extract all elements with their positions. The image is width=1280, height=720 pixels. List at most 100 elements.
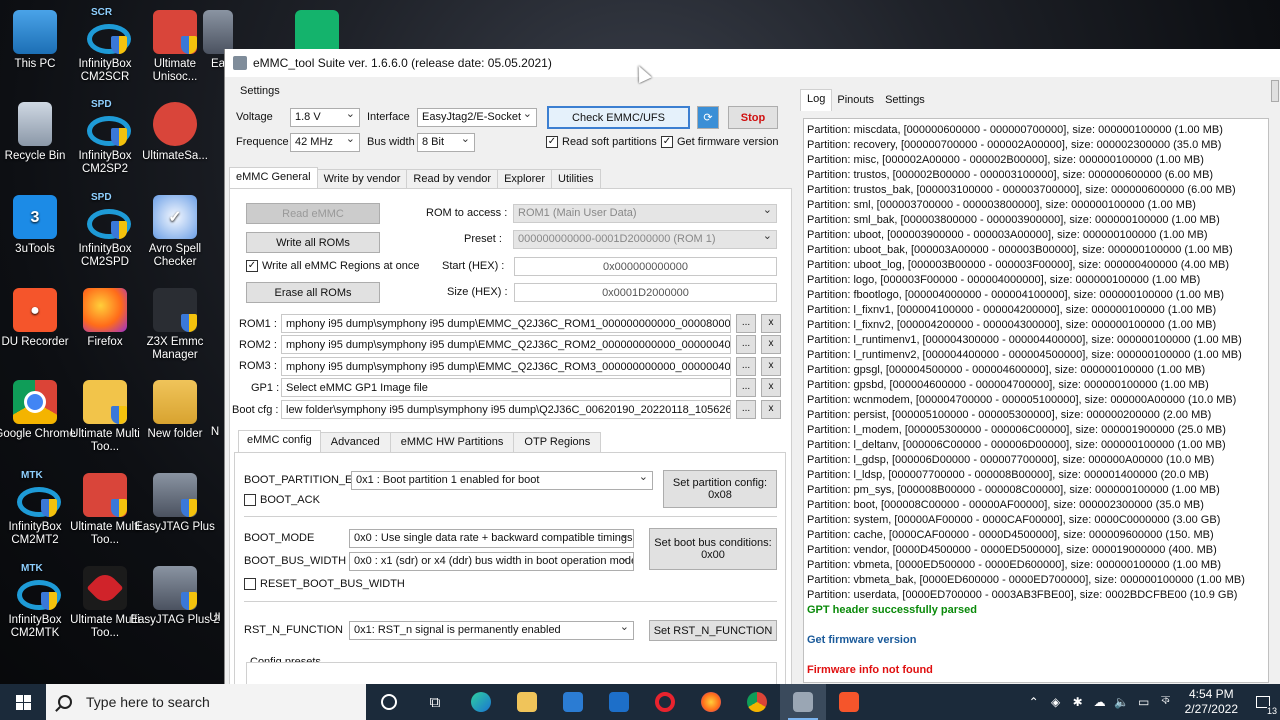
config-presets-box — [246, 662, 777, 685]
shield-icon — [181, 314, 197, 332]
desktop-icon-ultimatesa[interactable]: UltimateSa... — [130, 102, 220, 163]
taskbar-emmc-tool[interactable] — [780, 684, 826, 720]
log-line: Partition: l_fixnv1, [000004100000 - 000… — [807, 304, 1217, 316]
title-bar[interactable]: eMMC_tool Suite ver. 1.6.6.0 (release da… — [225, 49, 1280, 77]
language-icon[interactable]: ক — [1155, 692, 1177, 712]
gp1-label: GP1 : — [251, 382, 280, 394]
log-line: Partition: persist, [000005100000 - 0000… — [807, 409, 1212, 421]
tab-pinouts[interactable]: Pinouts — [831, 91, 880, 113]
rom2-browse-button[interactable]: ... — [736, 335, 756, 354]
reset-boot-bus-width-checkbox[interactable]: RESET_BOOT_BUS_WIDTH — [244, 578, 405, 590]
boot-partition-en-select[interactable]: 0x1 : Boot partition 1 enabled for boot — [351, 471, 653, 490]
desktop-icon-z3x[interactable]: Z3X Emmc Manager — [130, 288, 220, 362]
size-hex-field[interactable]: 0x0001D2000000 — [514, 283, 777, 302]
taskbar-mail[interactable] — [596, 684, 642, 720]
boot-cfg-clear-button[interactable]: x — [761, 400, 781, 419]
bluetooth-icon[interactable]: ✱ — [1067, 695, 1089, 709]
preset-select[interactable]: 000000000000-0001D2000000 (ROM 1) — [513, 230, 777, 249]
boot-mode-select[interactable]: 0x0 : Use single data rate + backward co… — [349, 529, 634, 548]
rom2-path-field[interactable]: mphony i95 dump\symphony i95 dump\EMMC_Q… — [281, 335, 731, 354]
rom-to-access-select[interactable]: ROM1 (Main User Data) — [513, 204, 777, 223]
clock[interactable]: 4:54 PM 2/27/2022 — [1177, 687, 1246, 717]
tab-right-settings[interactable]: Settings — [879, 91, 931, 113]
tab-otp-regions[interactable]: OTP Regions — [513, 432, 602, 454]
voltage-select[interactable]: 1.8 V — [290, 108, 360, 127]
log-info-line: Get firmware version — [807, 634, 917, 646]
cortana-button[interactable] — [366, 684, 412, 720]
taskbar-du-recorder[interactable] — [826, 684, 872, 720]
refresh-button[interactable]: ⟳ — [697, 106, 719, 129]
ultimate-icon — [83, 566, 127, 610]
shield-icon — [41, 592, 57, 610]
notifications-button[interactable]: 13 — [1246, 684, 1280, 720]
cloud-icon[interactable]: ☁ — [1089, 695, 1111, 709]
rom2-clear-button[interactable]: x — [761, 335, 781, 354]
taskbar-opera[interactable] — [642, 684, 688, 720]
taskbar-firefox[interactable] — [688, 684, 734, 720]
tab-log[interactable]: Log — [800, 89, 833, 111]
read-soft-partitions-checkbox[interactable]: ✓ Read soft partitions — [546, 136, 657, 148]
shield-icon — [181, 36, 197, 54]
rom3-clear-button[interactable]: x — [761, 357, 781, 376]
interface-select[interactable]: EasyJtag2/E-Socket — [417, 108, 537, 127]
taskbar-chrome[interactable] — [734, 684, 780, 720]
3utools-icon: 3 — [13, 195, 57, 239]
write-all-regions-checkbox[interactable]: ✓ Write all eMMC Regions at once — [246, 260, 420, 272]
rom1-browse-button[interactable]: ... — [736, 314, 756, 333]
tab-emmc-general[interactable]: eMMC General — [229, 167, 318, 189]
boot-cfg-browse-button[interactable]: ... — [736, 400, 756, 419]
rst-n-function-select[interactable]: 0x1: RST_n signal is permanently enabled — [349, 621, 634, 640]
shield-icon — [111, 406, 127, 424]
gp1-browse-button[interactable]: ... — [736, 378, 756, 397]
log-panel[interactable]: Partition: miscdata, [000000600000 - 000… — [803, 118, 1269, 683]
network-app-icon[interactable]: ◈ — [1045, 695, 1067, 709]
set-boot-bus-button[interactable]: Set boot bus conditions: 0x00 — [649, 528, 777, 570]
gp1-clear-button[interactable]: x — [761, 378, 781, 397]
rom1-clear-button[interactable]: x — [761, 314, 781, 333]
desktop-icon-avro[interactable]: ✓ Avro Spell Checker — [130, 195, 220, 269]
tab-advanced[interactable]: Advanced — [319, 432, 391, 454]
app-icon — [233, 56, 247, 70]
preset-label: Preset : — [464, 233, 502, 245]
read-emmc-button[interactable]: Read eMMC — [246, 203, 380, 224]
start-hex-field[interactable]: 0x000000000000 — [514, 257, 777, 276]
set-partition-config-button[interactable]: Set partition config: 0x08 — [663, 470, 777, 508]
tab-emmc-config[interactable]: eMMC config — [238, 430, 321, 452]
shield-icon — [181, 499, 197, 517]
check-emmc-button[interactable]: Check EMMC/UFS — [547, 106, 690, 129]
tab-emmc-hw-partitions[interactable]: eMMC HW Partitions — [389, 432, 515, 454]
desktop-icon-ui[interactable]: UI — [205, 612, 225, 625]
frequence-select[interactable]: 42 MHz — [290, 133, 360, 152]
log-line: Partition: l_modem, [000005300000 - 0000… — [807, 424, 1226, 436]
rom1-label: ROM1 : — [239, 318, 277, 330]
desktop-icon-easyjtag-plus[interactable]: EasyJTAG Plus — [130, 473, 220, 534]
taskbar-file-explorer[interactable] — [504, 684, 550, 720]
bus-width-select[interactable]: 8 Bit — [417, 133, 475, 152]
rom1-path-field[interactable]: mphony i95 dump\symphony i95 dump\EMMC_Q… — [281, 314, 731, 333]
start-button[interactable] — [0, 684, 46, 720]
boot-cfg-path-field[interactable]: lew folder\symphony i95 dump\symphony i9… — [281, 400, 731, 419]
taskbar-edge[interactable] — [458, 684, 504, 720]
get-firmware-version-checkbox[interactable]: ✓ Get firmware version — [661, 136, 778, 148]
taskbar-search[interactable]: Type here to search — [46, 684, 366, 720]
set-rst-n-function-button[interactable]: Set RST_N_FUNCTION — [649, 620, 777, 641]
z3x-icon — [153, 288, 197, 332]
write-all-roms-button[interactable]: Write all ROMs — [246, 232, 380, 253]
volume-icon[interactable]: 🔈 — [1111, 695, 1133, 709]
task-view-button[interactable]: ⧉ — [412, 684, 458, 720]
size-hex-label: Size (HEX) : — [447, 286, 508, 298]
gp1-path-field[interactable]: Select eMMC GP1 Image file — [281, 378, 731, 397]
rom3-browse-button[interactable]: ... — [736, 357, 756, 376]
erase-all-roms-button[interactable]: Erase all ROMs — [246, 282, 380, 303]
chevron-up-icon[interactable]: ⌃ — [1023, 695, 1045, 709]
boot-bus-width-select[interactable]: 0x0 : x1 (sdr) or x4 (ddr) bus width in … — [349, 552, 634, 571]
log-line: Partition: recovery, [000000700000 - 000… — [807, 139, 1222, 151]
taskbar-store[interactable] — [550, 684, 596, 720]
network-icon[interactable]: ▭ — [1133, 695, 1155, 709]
firefox-icon — [83, 288, 127, 332]
log-scrollbar[interactable] — [1271, 80, 1279, 102]
rom3-path-field[interactable]: mphony i95 dump\symphony i95 dump\EMMC_Q… — [281, 357, 731, 376]
boot-ack-checkbox[interactable]: BOOT_ACK — [244, 494, 320, 506]
stop-button[interactable]: Stop — [728, 106, 778, 129]
desktop-icon-n[interactable]: N — [205, 426, 225, 439]
